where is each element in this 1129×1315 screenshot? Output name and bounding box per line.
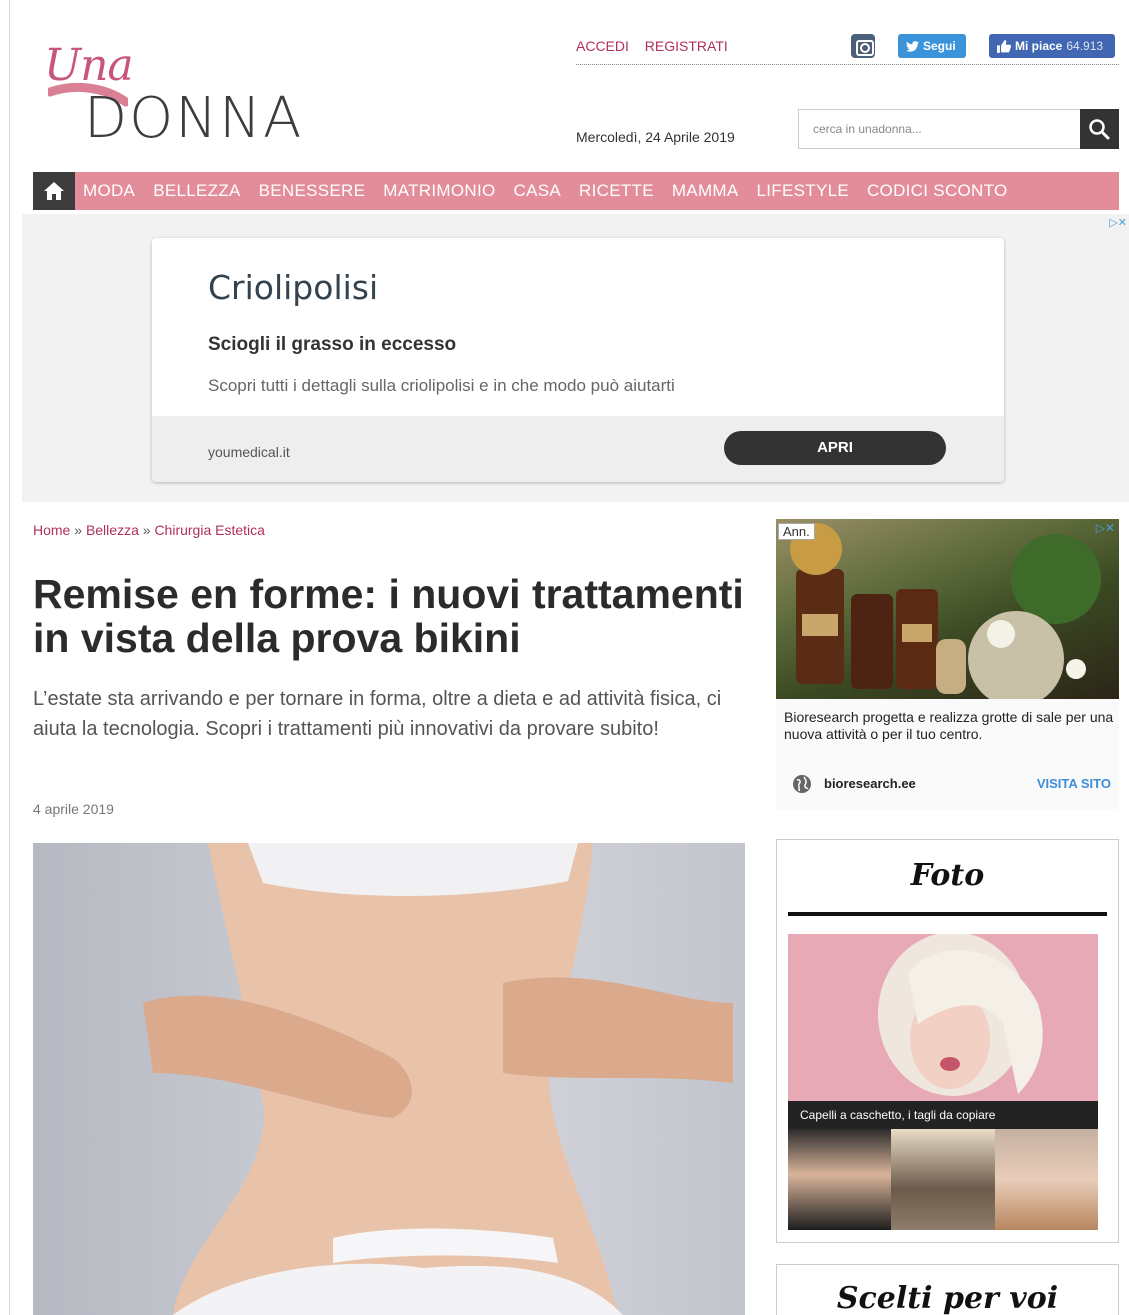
current-date: Mercoledì, 24 Aprile 2019 <box>576 129 735 145</box>
thumbs-up-icon <box>997 39 1011 53</box>
nav-item-moda[interactable]: MODA <box>83 181 135 201</box>
scelti-per-voi-title: Scelti per voi <box>836 1281 1059 1315</box>
breadcrumb-bellezza[interactable]: Bellezza <box>86 522 139 538</box>
twitter-follow-label: Segui <box>923 39 956 53</box>
top-ad-title: Criolipolisi <box>208 268 379 307</box>
home-icon <box>44 182 64 200</box>
foto-widget-divider <box>788 912 1107 916</box>
header-divider <box>576 64 1119 65</box>
nav-item-bellezza[interactable]: BELLEZZA <box>153 181 240 201</box>
nav-item-ricette[interactable]: RICETTE <box>579 181 654 201</box>
article-lead: L’estate sta arrivando e per tornare in … <box>33 688 722 740</box>
search-button[interactable] <box>1080 109 1119 149</box>
page-left-border <box>9 0 10 1315</box>
article-hero-image <box>33 843 745 1315</box>
foto-gallery-strip[interactable] <box>788 1129 1098 1230</box>
search-icon <box>1089 119 1110 140</box>
sidebar-ad[interactable]: Ann. ▷✕ Bioresearch progetta e realizza … <box>776 519 1119 809</box>
foto-gallery-caption[interactable]: Capelli a caschetto, i tagli da copiare <box>788 1101 1098 1129</box>
top-ad-card[interactable]: Criolipolisi Sciogli il grasso in eccess… <box>152 238 1004 482</box>
breadcrumb-home[interactable]: Home <box>33 522 70 538</box>
breadcrumb-chirurgia-estetica[interactable]: Chirurgia Estetica <box>154 522 265 538</box>
nav-item-mamma[interactable]: MAMMA <box>672 181 739 201</box>
article-title: Remise en forme: i nuovi trattamenti in … <box>33 571 744 661</box>
search-input[interactable]: cerca in unadonna... <box>798 109 1080 149</box>
visit-site-button[interactable]: VISITA SITO <box>1037 776 1111 791</box>
top-ad-footer: youmedical.it APRI <box>152 416 1004 482</box>
main-nav: MODA BELLEZZA BENESSERE MATRIMONIO CASA … <box>33 172 1119 210</box>
adchoices-icon[interactable]: ▷✕ <box>1096 521 1115 535</box>
sidebar-ad-text: Bioresearch progetta e realizza grotte d… <box>784 709 1114 742</box>
article-date: 4 aprile 2019 <box>33 801 114 817</box>
account-links: ACCEDI REGISTRATI <box>576 38 740 54</box>
nav-item-casa[interactable]: CASA <box>514 181 562 201</box>
foto-gallery-image[interactable] <box>788 934 1098 1101</box>
adchoices-icon[interactable]: ▷✕ <box>1109 216 1127 229</box>
top-ad-description: Scopri tutti i dettagli sulla criolipoli… <box>208 376 675 395</box>
register-link[interactable]: REGISTRATI <box>645 38 728 54</box>
nav-item-lifestyle[interactable]: LIFESTYLE <box>757 181 849 201</box>
login-link[interactable]: ACCEDI <box>576 38 629 54</box>
sidebar-ad-image: Ann. ▷✕ <box>776 519 1119 699</box>
top-ad-banner: ▷✕ Criolipolisi Sciogli il grasso in ecc… <box>22 214 1129 502</box>
nav-item-matrimonio[interactable]: MATRIMONIO <box>383 181 495 201</box>
sidebar-ad-badge: Ann. <box>778 523 815 540</box>
sidebar-ad-domain: bioresearch.ee <box>824 776 916 791</box>
facebook-like-button[interactable]: Mi piace 64.913 <box>989 34 1115 58</box>
top-ad-domain: youmedical.it <box>208 444 290 460</box>
facebook-like-count: 64.913 <box>1066 39 1104 53</box>
nav-item-codici-sconto[interactable]: CODICI SCONTO <box>867 181 1008 201</box>
facebook-like-label: Mi piace <box>1015 39 1063 53</box>
logo-donna-text: DONNA <box>84 86 304 151</box>
breadcrumb-separator: » <box>74 522 83 538</box>
nav-home-button[interactable] <box>33 172 75 210</box>
breadcrumb: Home » Bellezza » Chirurgia Estetica <box>33 522 265 538</box>
breadcrumb-separator: » <box>142 522 151 538</box>
top-ad-subtitle: Sciogli il grasso in eccesso <box>208 334 457 355</box>
foto-widget: Foto Capelli a caschetto, i tagli da cop… <box>776 839 1119 1243</box>
nav-item-benessere[interactable]: BENESSERE <box>259 181 366 201</box>
hero-illustration <box>143 843 733 1315</box>
top-ad-open-button[interactable]: APRI <box>724 431 946 465</box>
twitter-follow-button[interactable]: Segui <box>898 34 966 58</box>
globe-icon <box>793 775 811 793</box>
instagram-icon[interactable] <box>851 34 875 58</box>
foto-widget-title: Foto <box>910 858 985 893</box>
twitter-bird-icon <box>906 40 919 52</box>
scelti-per-voi-widget: Scelti per voi <box>776 1264 1119 1315</box>
